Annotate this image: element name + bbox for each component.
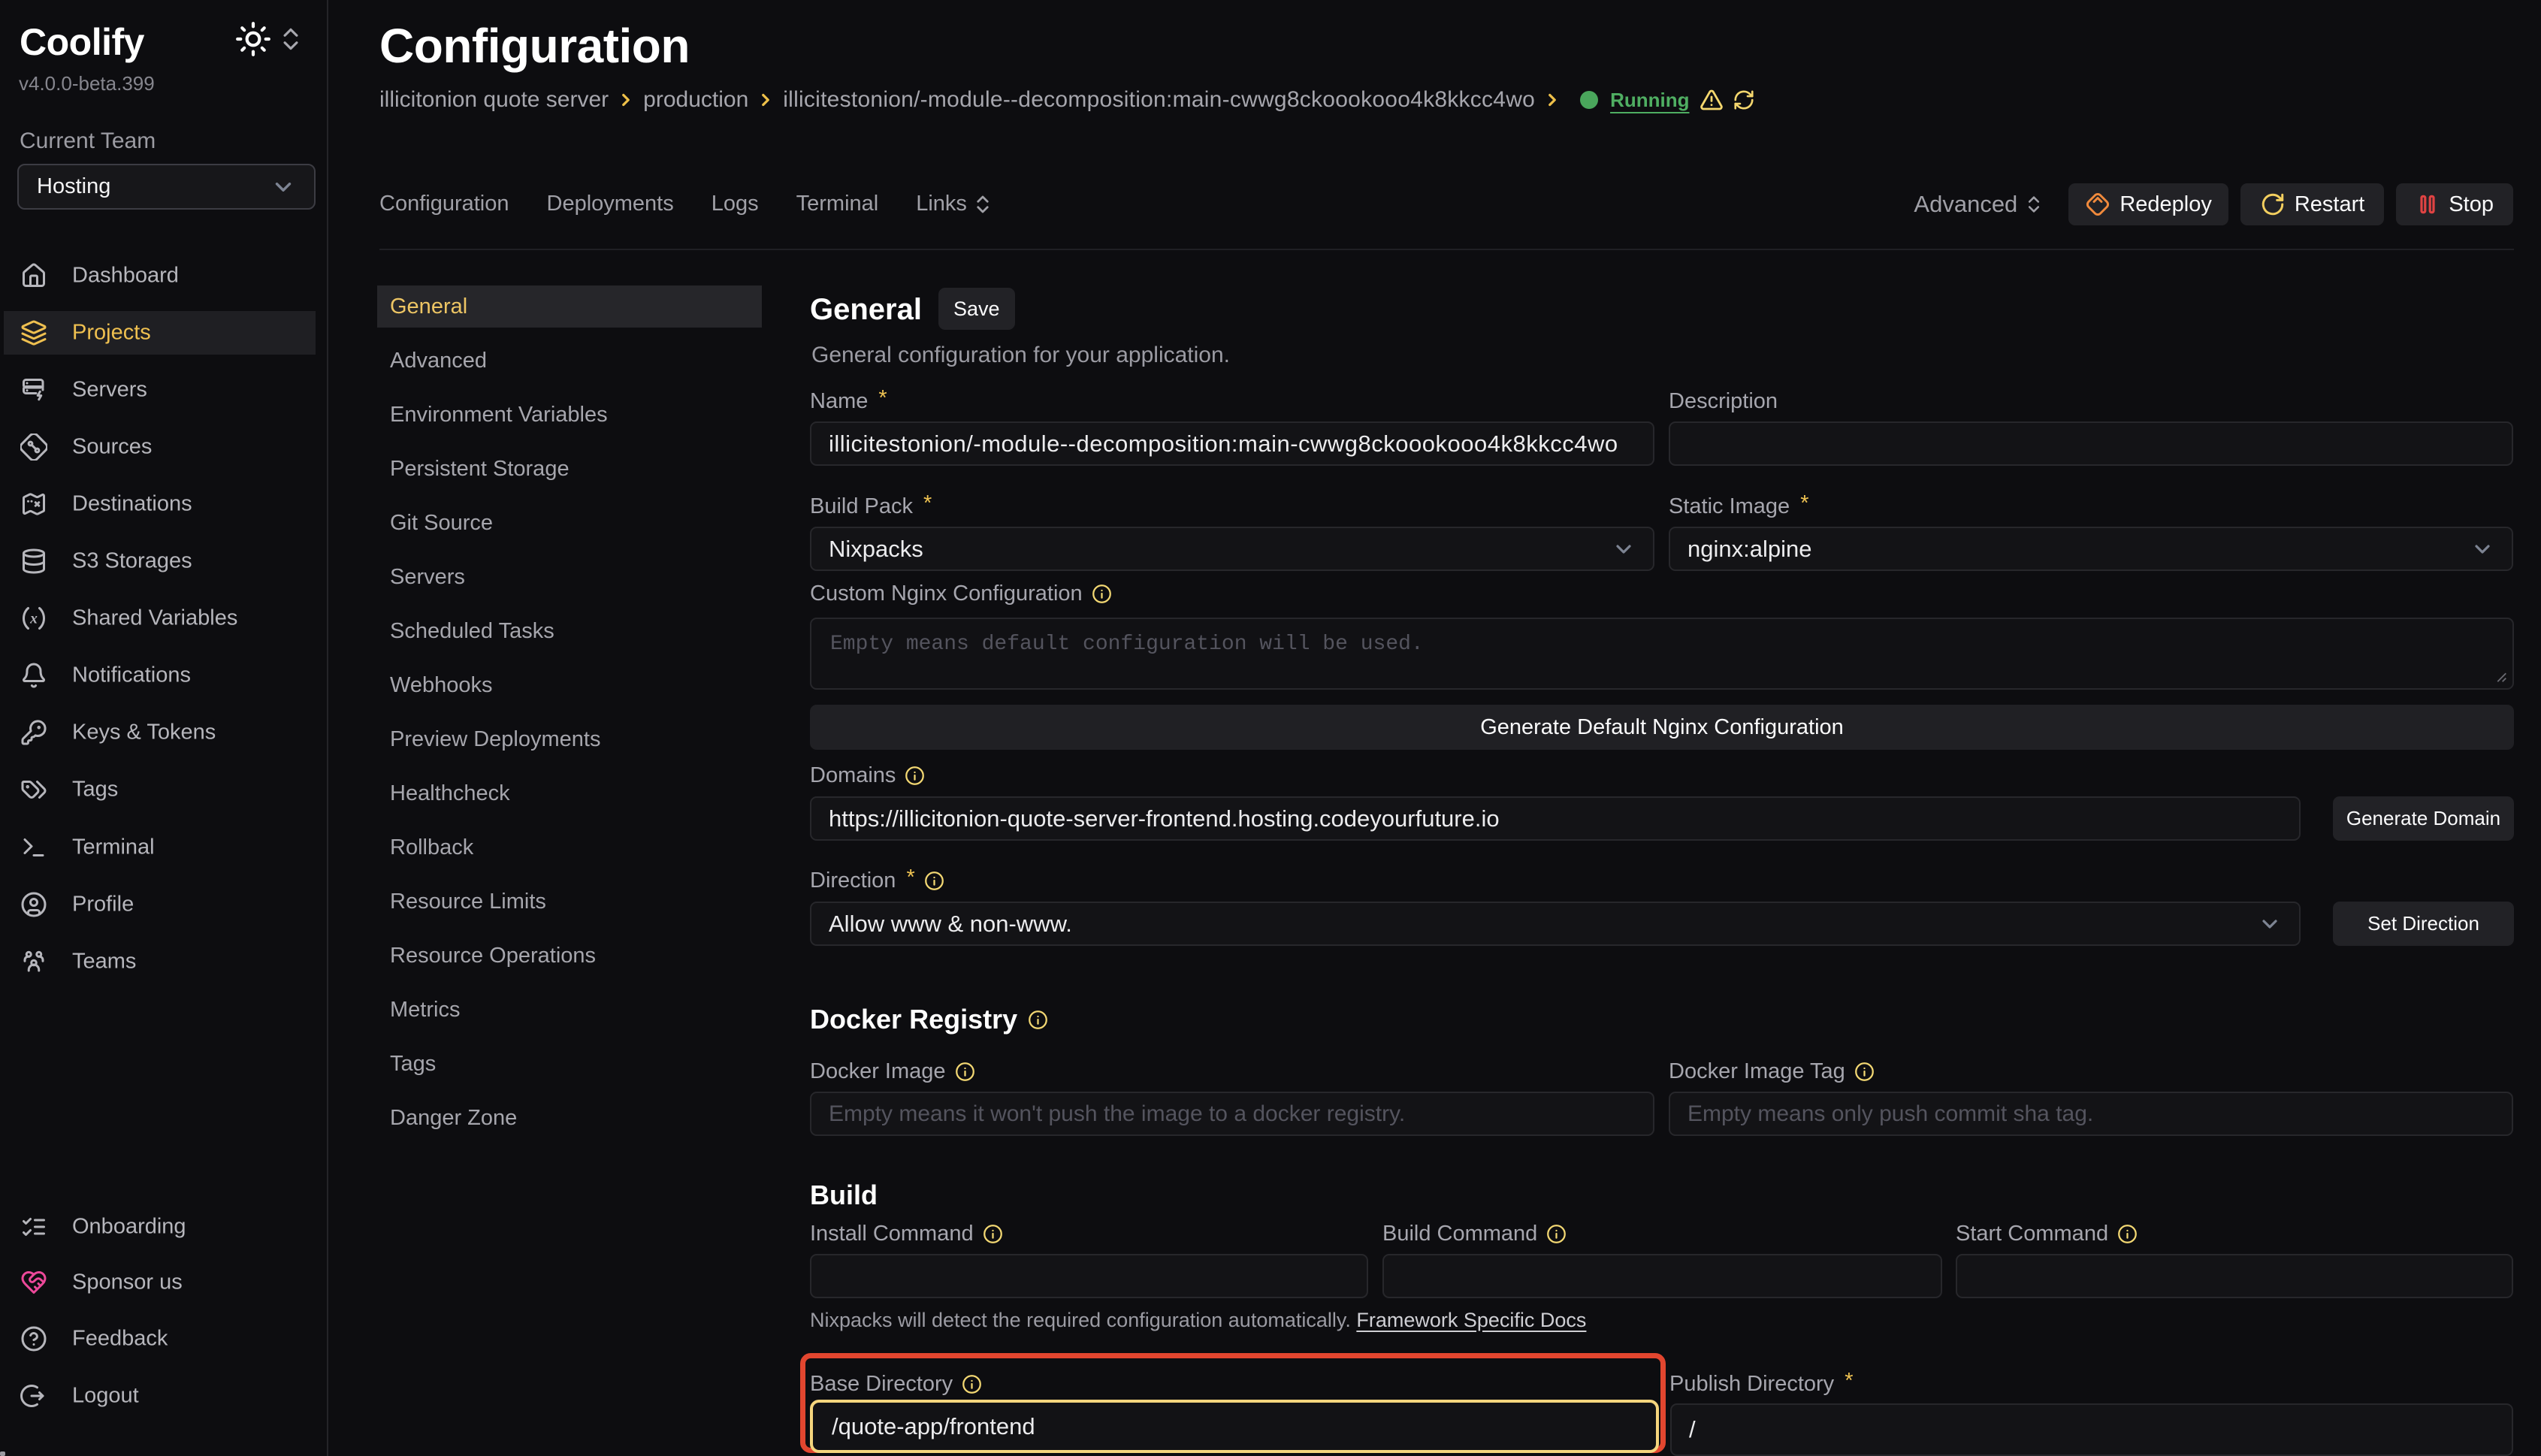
svg-text:x: x [29,611,38,627]
